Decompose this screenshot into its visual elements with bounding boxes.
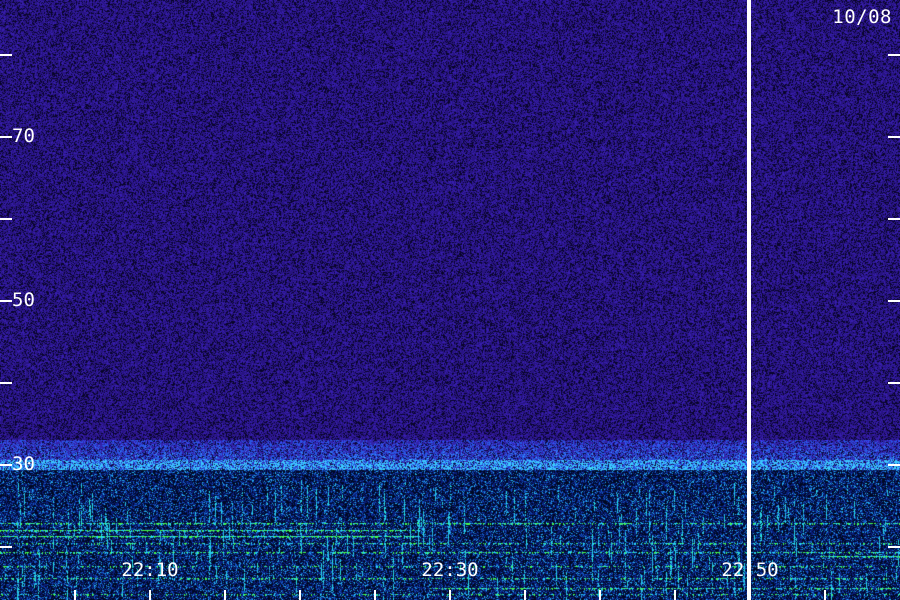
date-label: 10/08 xyxy=(832,6,892,28)
y-tick-left xyxy=(0,54,12,56)
x-tick xyxy=(74,590,76,600)
y-tick-right xyxy=(888,136,900,138)
x-tick xyxy=(524,590,526,600)
y-tick-right xyxy=(888,218,900,220)
x-tick xyxy=(374,590,376,600)
x-tick xyxy=(299,590,301,600)
y-tick-right xyxy=(888,300,900,302)
x-label-2250: 22:50 xyxy=(721,559,779,581)
x-tick xyxy=(149,590,151,600)
y-tick-right xyxy=(888,54,900,56)
x-label-2210: 22:10 xyxy=(121,559,179,581)
y-tick-right xyxy=(888,382,900,384)
y-tick-left xyxy=(0,382,12,384)
y-label-70: 70 xyxy=(12,125,35,147)
y-tick-left xyxy=(0,464,12,466)
x-tick xyxy=(749,590,751,600)
y-tick-left xyxy=(0,218,12,220)
y-tick-left xyxy=(0,546,12,548)
y-label-30: 30 xyxy=(12,453,35,475)
x-tick xyxy=(599,590,601,600)
x-tick xyxy=(449,590,451,600)
time-marker-line xyxy=(747,0,751,600)
y-tick-right xyxy=(888,464,900,466)
x-tick xyxy=(674,590,676,600)
y-label-50: 50 xyxy=(12,289,35,311)
y-tick-right xyxy=(888,546,900,548)
spectrogram-overlay: 10/08 70 50 30 22:10 22:30 22:50 xyxy=(0,0,900,600)
x-tick xyxy=(224,590,226,600)
x-tick xyxy=(824,590,826,600)
y-tick-left xyxy=(0,300,12,302)
y-tick-left xyxy=(0,136,12,138)
x-label-2230: 22:30 xyxy=(421,559,479,581)
